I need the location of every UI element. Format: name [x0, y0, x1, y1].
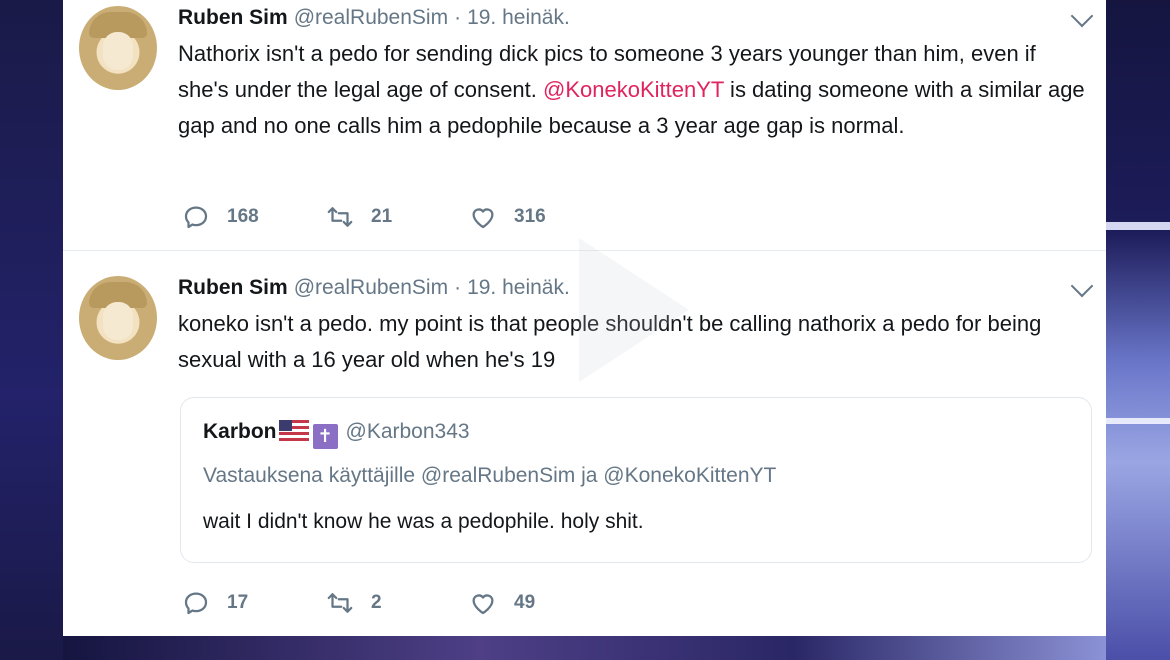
- quote-author-name: Karbon: [203, 420, 277, 443]
- like-icon: [472, 594, 494, 615]
- retweet-icon: [327, 207, 353, 227]
- like-count: 49: [514, 592, 536, 613]
- reply-button[interactable]: 168: [181, 200, 259, 234]
- background-streak: [1106, 418, 1170, 424]
- separator: ·: [454, 6, 462, 29]
- reply-count: 168: [227, 206, 259, 227]
- retweet-count: 21: [371, 206, 393, 227]
- like-button[interactable]: 49: [468, 586, 535, 620]
- background-streak: [1106, 222, 1170, 230]
- avatar[interactable]: [79, 276, 157, 360]
- retweet-count: 2: [371, 592, 382, 613]
- tweet-text: Nathorix isn't a pedo for sending dick p…: [178, 36, 1088, 144]
- background-bottom: [63, 636, 1106, 660]
- retweet-button[interactable]: 21: [325, 200, 392, 234]
- background-right: [1106, 0, 1170, 660]
- play-icon: [579, 238, 689, 382]
- avatar-face: [103, 32, 133, 70]
- tweet-header: Ruben Sim @realRubenSim · 19. heinäk.: [178, 6, 570, 30]
- tweet-1[interactable]: Ruben Sim @realRubenSim · 19. heinäk. Natho…: [63, 0, 1106, 250]
- reply-button[interactable]: 17: [181, 586, 248, 620]
- tweet-date[interactable]: 19. heinäk.: [467, 276, 570, 299]
- background-left: [0, 0, 63, 660]
- chevron-down-icon[interactable]: [1070, 4, 1094, 28]
- separator: ·: [454, 276, 462, 299]
- reply-icon: [184, 592, 208, 615]
- like-count: 316: [514, 206, 546, 227]
- author-handle[interactable]: @realRubenSim: [294, 276, 448, 299]
- like-button[interactable]: 316: [468, 200, 546, 234]
- quote-reply-context: Vastauksena käyttäjille @realRubenSim ja…: [203, 464, 777, 487]
- avatar[interactable]: [79, 6, 157, 90]
- quote-author-handle: @Karbon343: [345, 420, 470, 443]
- us-flag-icon: [278, 420, 309, 441]
- tweet-thread-card: Ruben Sim @realRubenSim · 19. heinäk. Natho…: [63, 0, 1106, 636]
- author-name[interactable]: Ruben Sim: [178, 276, 288, 299]
- quote-text: wait I didn't know he was a pedophile. h…: [203, 510, 644, 533]
- like-icon: [472, 208, 494, 229]
- reply-icon: [184, 206, 208, 229]
- quoted-tweet[interactable]: Karbon ✝ @Karbon343 Vastauksena käyttäjill…: [180, 397, 1092, 563]
- cross-icon: ✝: [312, 424, 338, 449]
- tweet-header: Ruben Sim @realRubenSim · 19. heinäk.: [178, 276, 570, 300]
- retweet-button[interactable]: 2: [325, 586, 382, 620]
- tweet-date[interactable]: 19. heinäk.: [467, 6, 570, 29]
- retweet-icon: [327, 593, 353, 613]
- reply-count: 17: [227, 592, 249, 613]
- avatar-face: [103, 302, 133, 340]
- chevron-down-icon[interactable]: [1070, 274, 1094, 298]
- author-handle[interactable]: @realRubenSim: [294, 6, 448, 29]
- quote-header: Karbon ✝ @Karbon343: [203, 420, 470, 449]
- author-name[interactable]: Ruben Sim: [178, 6, 288, 29]
- mention-link[interactable]: @KonekoKittenYT: [543, 77, 724, 102]
